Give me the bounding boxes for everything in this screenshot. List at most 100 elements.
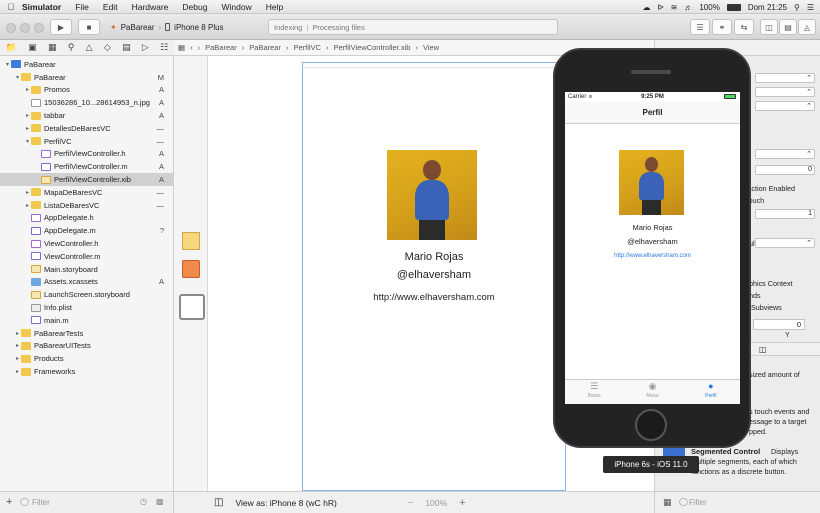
navigator-row[interactable]: Assets.xcassets A <box>0 276 173 289</box>
jump-crumb-group[interactable]: PaBarear <box>249 43 281 52</box>
first-responder-cube-icon[interactable] <box>182 260 200 278</box>
window-zoom-button[interactable] <box>34 23 44 33</box>
menu-debug[interactable]: Debug <box>182 2 207 12</box>
navigator-row[interactable]: ▸ tabbar A <box>0 109 173 122</box>
home-button[interactable] <box>635 409 667 441</box>
related-items-icon[interactable]: ▦ <box>178 43 185 52</box>
grid-icon[interactable]: ▦ <box>663 497 672 508</box>
inspector-popup[interactable]: ⌃ <box>755 87 815 97</box>
navigator-row[interactable]: ▸ Frameworks <box>0 365 173 378</box>
toggle-debug-button[interactable]: ▤ <box>779 19 797 35</box>
run-button[interactable]: ▶ <box>50 19 72 35</box>
zoom-out-icon[interactable]: − <box>407 497 413 509</box>
back-icon[interactable]: ‹ <box>190 43 193 52</box>
menu-hardware[interactable]: Hardware <box>132 2 169 12</box>
apple-menu-icon[interactable]:  <box>0 2 22 12</box>
navigator-filter-input[interactable]: Filter <box>32 498 50 507</box>
navigator-row[interactable]: ▾ PaBarear M <box>0 71 173 84</box>
menu-help[interactable]: Help <box>266 2 283 12</box>
test-icon[interactable]: ◇ <box>104 42 111 53</box>
library-item-title[interactable]: Segmented Control <box>691 447 760 456</box>
disclosure-triangle-icon[interactable]: ▸ <box>24 112 31 119</box>
report-icon[interactable]: ☷ <box>160 42 168 53</box>
forward-icon[interactable]: › <box>198 43 201 52</box>
menu-window[interactable]: Window <box>221 2 251 12</box>
inspector-popup[interactable]: ⌃ <box>755 149 815 159</box>
disclosure-triangle-icon[interactable]: ▸ <box>24 189 31 196</box>
editor-assistant-button[interactable]: ⚭ <box>712 19 732 35</box>
navigator-row[interactable]: Main.storyboard <box>0 263 173 276</box>
folder-icon[interactable]: 📁 <box>6 42 17 53</box>
editor-version-button[interactable]: ⇆ <box>734 19 754 35</box>
zoom-in-icon[interactable]: + <box>459 497 465 509</box>
navigator-row[interactable]: ViewController.h <box>0 237 173 250</box>
library-filter-input[interactable]: Filter <box>689 498 707 507</box>
tab-mosa[interactable]: ◉ Mosa <box>623 380 681 404</box>
toggle-inspector-button[interactable]: ◬ <box>798 19 816 35</box>
disclosure-triangle-icon[interactable]: ▾ <box>14 74 21 81</box>
navigator-row[interactable]: ▾ PaBarear <box>0 58 173 71</box>
disclosure-triangle-icon[interactable]: ▸ <box>14 355 21 362</box>
navigator-row[interactable]: ▸ Promos A <box>0 84 173 97</box>
navigator-row[interactable]: 15036286_10...28614953_n.jpg A <box>0 96 173 109</box>
disclosure-triangle-icon[interactable]: ▾ <box>24 138 31 145</box>
disclosure-triangle-icon[interactable]: ▸ <box>14 330 21 337</box>
window-minimize-button[interactable] <box>20 23 30 33</box>
inspector-popup[interactable]: 1 <box>755 209 815 219</box>
editor-standard-button[interactable]: ☰ <box>690 19 710 35</box>
inspector-popup[interactable]: ⌃ <box>755 101 815 111</box>
navigator-row[interactable]: LaunchScreen.storyboard <box>0 288 173 301</box>
search-icon[interactable]: ⚲ <box>68 42 75 53</box>
jump-crumb-project[interactable]: PaBarear <box>205 43 237 52</box>
debug-icon[interactable]: ▤ <box>122 42 131 53</box>
stop-button[interactable]: ■ <box>78 19 100 35</box>
disclosure-triangle-icon[interactable]: ▸ <box>24 86 31 93</box>
navigator-row[interactable]: ▸ MapaDeBaresVC — <box>0 186 173 199</box>
navigator-row[interactable]: AppDelegate.h <box>0 212 173 225</box>
symbol-icon[interactable]: ▦ <box>48 42 57 53</box>
disclosure-triangle-icon[interactable]: ▾ <box>4 61 11 68</box>
object-library-icon[interactable]: ◫ <box>759 345 767 354</box>
navigator-row[interactable]: main.m <box>0 314 173 327</box>
toggle-navigator-button[interactable]: ◫ <box>760 19 778 35</box>
tab-perfil[interactable]: ● Perfil <box>682 380 740 404</box>
menu-file[interactable]: File <box>75 2 89 12</box>
add-icon[interactable]: + <box>6 496 12 508</box>
placeholder-cube-icon[interactable] <box>182 232 200 250</box>
navigator-row[interactable]: Info.plist <box>0 301 173 314</box>
view-object-icon[interactable] <box>179 294 205 320</box>
jump-crumb-folder[interactable]: PerfilVC <box>293 43 321 52</box>
notification-center-icon[interactable]: ☰ <box>807 3 814 12</box>
source-control-icon[interactable]: ▣ <box>28 42 37 53</box>
menu-edit[interactable]: Edit <box>103 2 118 12</box>
navigator-row[interactable]: ▸ ListaDeBaresVC — <box>0 199 173 212</box>
navigator-row[interactable]: ▸ Products <box>0 352 173 365</box>
xib-view-frame[interactable]: Mario Rojas @elhaversham http://www.elha… <box>302 62 566 491</box>
navigator-row[interactable]: PerfilViewController.xib A <box>0 173 173 186</box>
spotlight-icon[interactable]: ⚲ <box>794 3 800 12</box>
warning-icon[interactable]: △ <box>86 42 93 53</box>
disclosure-triangle-icon[interactable]: ▸ <box>24 202 31 209</box>
tab-bares[interactable]: ☰ Bares <box>565 380 623 404</box>
window-close-button[interactable] <box>6 23 16 33</box>
navigator-row[interactable]: PerfilViewController.h A <box>0 148 173 161</box>
disclosure-triangle-icon[interactable]: ▸ <box>14 342 21 349</box>
view-as-label[interactable]: View as: iPhone 8 (wC hR) <box>235 498 336 508</box>
toggle-outline-icon[interactable]: ◫ <box>214 497 223 508</box>
creative-cloud-icon[interactable]: ☁ <box>643 3 651 12</box>
navigator-row[interactable]: ViewController.m <box>0 250 173 263</box>
inspector-popup[interactable]: ⌃ <box>755 238 815 248</box>
disclosure-triangle-icon[interactable]: ▸ <box>24 125 31 132</box>
scheme-selector[interactable]: ✦ PaBarear › iPhone 8 Plus <box>110 19 224 35</box>
battery-icon[interactable] <box>726 3 741 11</box>
volume-icon[interactable]: ♬ <box>684 3 692 12</box>
clock[interactable]: Dom 21:25 <box>748 3 787 12</box>
navigator-row[interactable]: ▸ DetallesDeBaresVC — <box>0 122 173 135</box>
navigator-row[interactable]: PerfilViewController.m A <box>0 160 173 173</box>
wifi-icon[interactable]: ≋ <box>671 3 678 12</box>
navigator-row[interactable]: ▾ PerfilVC — <box>0 135 173 148</box>
inspector-popup[interactable]: ⌃ <box>755 73 815 83</box>
y-field[interactable]: 0 <box>753 319 805 330</box>
jump-crumb-view[interactable]: View <box>423 43 439 52</box>
recent-files-icon[interactable]: ◷ <box>140 497 147 506</box>
